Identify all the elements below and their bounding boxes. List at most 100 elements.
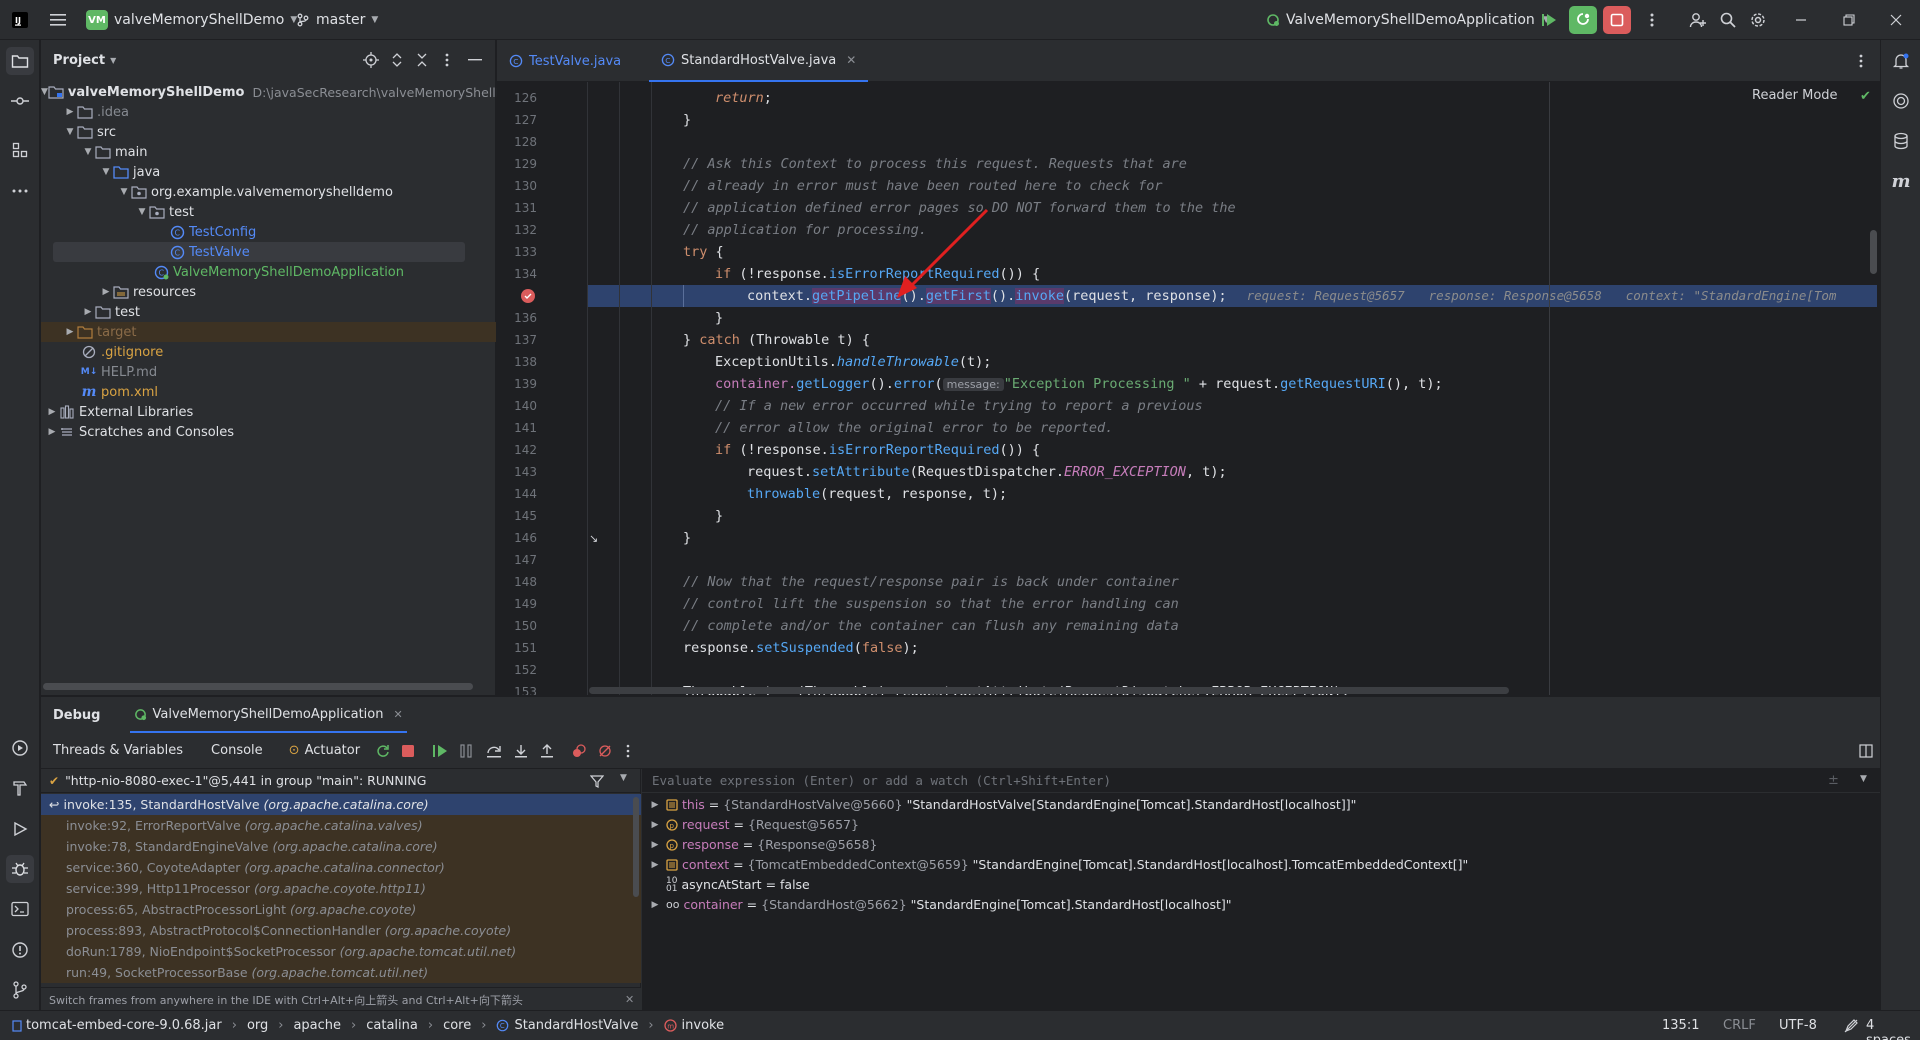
search-icon[interactable] bbox=[1714, 6, 1742, 34]
minimize-window-icon[interactable] bbox=[1787, 6, 1815, 34]
tree-item-resources[interactable]: ▶ resources bbox=[41, 282, 496, 302]
notifications-bell-icon[interactable] bbox=[1887, 47, 1915, 75]
chevron-down-icon[interactable]: ▼ bbox=[1860, 774, 1867, 784]
close-hint-icon[interactable]: ✕ bbox=[625, 993, 634, 1006]
chevron-down-icon[interactable]: ▼ bbox=[135, 205, 149, 219]
indent-setting[interactable]: 4 spaces bbox=[1846, 1018, 1920, 1040]
problems-icon[interactable] bbox=[6, 936, 34, 964]
chevron-right-icon[interactable]: ▶ bbox=[81, 305, 95, 319]
breadcrumb-apache[interactable]: apache bbox=[293, 1018, 341, 1033]
maven-icon[interactable]: m bbox=[1887, 167, 1915, 195]
frame-item[interactable]: ↩ invoke:135, StandardHostValve (org.apac… bbox=[41, 794, 641, 815]
locate-file-icon[interactable] bbox=[363, 52, 379, 68]
main-menu-icon[interactable] bbox=[44, 6, 72, 34]
panel-options-icon[interactable] bbox=[445, 52, 449, 68]
stop-icon[interactable] bbox=[402, 744, 415, 757]
git-icon[interactable] bbox=[6, 976, 34, 1004]
tab-threads-variables[interactable]: Threads & Variables bbox=[53, 743, 183, 758]
variable-context[interactable]: ▶ context = {TomcatEmbeddedContext@5659}… bbox=[648, 855, 1469, 875]
tree-item-src[interactable]: ▼ src bbox=[41, 122, 496, 142]
tree-item-scratches[interactable]: ▶ Scratches and Consoles bbox=[41, 422, 496, 442]
chevron-right-icon[interactable]: ▶ bbox=[45, 425, 59, 439]
caret-position[interactable]: 135:1 bbox=[1662, 1018, 1699, 1033]
project-selector[interactable]: VM valveMemoryShellDemo ▼ bbox=[86, 0, 297, 40]
chevron-down-icon[interactable]: ▼ bbox=[81, 145, 95, 159]
tree-item-main[interactable]: ▼ main bbox=[41, 142, 496, 162]
editor-gutter[interactable]: 126 127 128 129 130 131 132 133 134 135 … bbox=[497, 82, 598, 695]
tab-console[interactable]: Console bbox=[211, 743, 263, 758]
project-panel-title[interactable]: Project bbox=[53, 53, 105, 68]
add-watch-icon[interactable]: ± bbox=[1828, 773, 1839, 788]
tree-item-external-libraries[interactable]: ▶ External Libraries bbox=[41, 402, 496, 422]
hide-panel-icon[interactable] bbox=[468, 59, 482, 61]
step-over-icon[interactable] bbox=[486, 744, 502, 758]
variable-request[interactable]: ▶ p request = {Request@5657} bbox=[648, 815, 859, 835]
evaluate-expression-input[interactable]: Evaluate expression (Enter) or add a wat… bbox=[642, 769, 1880, 793]
debug-running-icon[interactable] bbox=[1569, 6, 1597, 34]
tree-item-idea[interactable]: ▶ .idea bbox=[41, 102, 496, 122]
breadcrumb-class[interactable]: StandardHostValve bbox=[514, 1018, 638, 1033]
close-tab-icon[interactable]: ✕ bbox=[846, 53, 856, 67]
vertical-scrollbar[interactable] bbox=[1870, 230, 1877, 274]
frame-item[interactable]: process:893, AbstractProtocol$Connection… bbox=[41, 920, 641, 941]
breadcrumb-core[interactable]: core bbox=[443, 1018, 471, 1033]
tree-item-application[interactable]: C ValveMemoryShellDemoApplication bbox=[41, 262, 496, 282]
horizontal-scrollbar[interactable] bbox=[43, 683, 473, 690]
reader-mode-button[interactable]: Reader Mode bbox=[1752, 88, 1838, 103]
run-config-selector[interactable]: ValveMemoryShellDemoApplication ▼ bbox=[1266, 0, 1550, 40]
tab-options-icon[interactable] bbox=[1859, 53, 1863, 69]
chevron-right-icon[interactable]: ▶ bbox=[648, 818, 662, 832]
debug-bug-icon[interactable] bbox=[6, 855, 34, 883]
frame-item[interactable]: run:49, SocketProcessorBase (org.apache.… bbox=[41, 962, 641, 983]
resume-run-icon[interactable] bbox=[1535, 6, 1563, 34]
tab-standardhostvalve[interactable]: C StandardHostValve.java ✕ bbox=[649, 40, 869, 82]
tree-item-test-package[interactable]: ▼ test bbox=[41, 202, 496, 222]
chevron-right-icon[interactable]: ▶ bbox=[648, 858, 662, 872]
resume-icon[interactable] bbox=[432, 744, 448, 758]
close-tab-icon[interactable]: ✕ bbox=[393, 708, 402, 721]
pause-icon[interactable] bbox=[460, 743, 472, 758]
step-into-icon[interactable] bbox=[514, 744, 528, 758]
breadcrumb-jar[interactable]: tomcat-embed-core-9.0.68.jar bbox=[26, 1018, 222, 1033]
variable-response[interactable]: ▶ p response = {Response@5658} bbox=[648, 835, 878, 855]
more-tools-icon[interactable] bbox=[6, 177, 34, 205]
more-actions-icon[interactable] bbox=[1638, 6, 1666, 34]
view-breakpoints-icon[interactable] bbox=[572, 743, 586, 758]
tree-item-project-root[interactable]: ▼ valveMemoryShellDemo D:\javaSecResearc… bbox=[41, 82, 513, 102]
horizontal-scrollbar[interactable] bbox=[589, 687, 1509, 694]
restore-window-icon[interactable] bbox=[1835, 6, 1863, 34]
frame-item[interactable]: invoke:78, StandardEngineValve (org.apac… bbox=[41, 836, 641, 857]
chevron-right-icon[interactable]: ▶ bbox=[45, 405, 59, 419]
collapse-all-icon[interactable] bbox=[415, 52, 429, 68]
expand-all-icon[interactable] bbox=[390, 52, 404, 68]
tree-item-java[interactable]: ▼ java bbox=[41, 162, 496, 182]
filter-icon[interactable] bbox=[590, 774, 604, 788]
chevron-right-icon[interactable]: ▶ bbox=[63, 105, 77, 119]
mute-breakpoints-icon[interactable] bbox=[598, 744, 612, 758]
frame-item[interactable]: service:399, Http11Processor (org.apache… bbox=[41, 878, 641, 899]
ai-assistant-icon[interactable] bbox=[1887, 87, 1915, 115]
branch-selector[interactable]: master ▼ bbox=[296, 0, 378, 40]
breadcrumb-catalina[interactable]: catalina bbox=[366, 1018, 418, 1033]
tree-item-pom[interactable]: m pom.xml bbox=[41, 382, 496, 402]
chevron-right-icon[interactable]: ▶ bbox=[648, 838, 662, 852]
code-editor[interactable]: 126 127 128 129 130 131 132 133 134 135 … bbox=[497, 82, 1880, 695]
frame-item[interactable]: doRun:1789, NioEndpoint$SocketProcessor … bbox=[41, 941, 641, 962]
tree-item-test[interactable]: ▶ test bbox=[41, 302, 496, 322]
line-separator[interactable]: CRLF bbox=[1723, 1018, 1756, 1033]
tree-item-testconfig[interactable]: C TestConfig bbox=[41, 222, 496, 242]
breadcrumb-method[interactable]: invoke bbox=[682, 1018, 725, 1033]
run-icon[interactable] bbox=[6, 815, 34, 843]
chevron-right-icon[interactable]: ▶ bbox=[99, 285, 113, 299]
project-folder-icon[interactable] bbox=[6, 47, 34, 75]
structure-icon[interactable] bbox=[6, 136, 34, 164]
chevron-down-icon[interactable]: ▼ bbox=[99, 165, 113, 179]
variable-asyncatstart[interactable]: 10 01 asyncAtStart = false bbox=[662, 875, 810, 895]
breakpoint-icon[interactable] bbox=[521, 289, 535, 303]
commit-icon[interactable] bbox=[6, 87, 34, 115]
tab-testvalve[interactable]: C TestValve.java bbox=[509, 40, 621, 82]
tree-item-target[interactable]: ▶ target bbox=[41, 322, 496, 342]
chevron-down-icon[interactable]: ▼ bbox=[41, 85, 48, 99]
settings-gear-icon[interactable] bbox=[1744, 6, 1772, 34]
thread-selector[interactable]: ✔ "http-nio-8080-exec-1"@5,441 in group … bbox=[41, 769, 641, 793]
